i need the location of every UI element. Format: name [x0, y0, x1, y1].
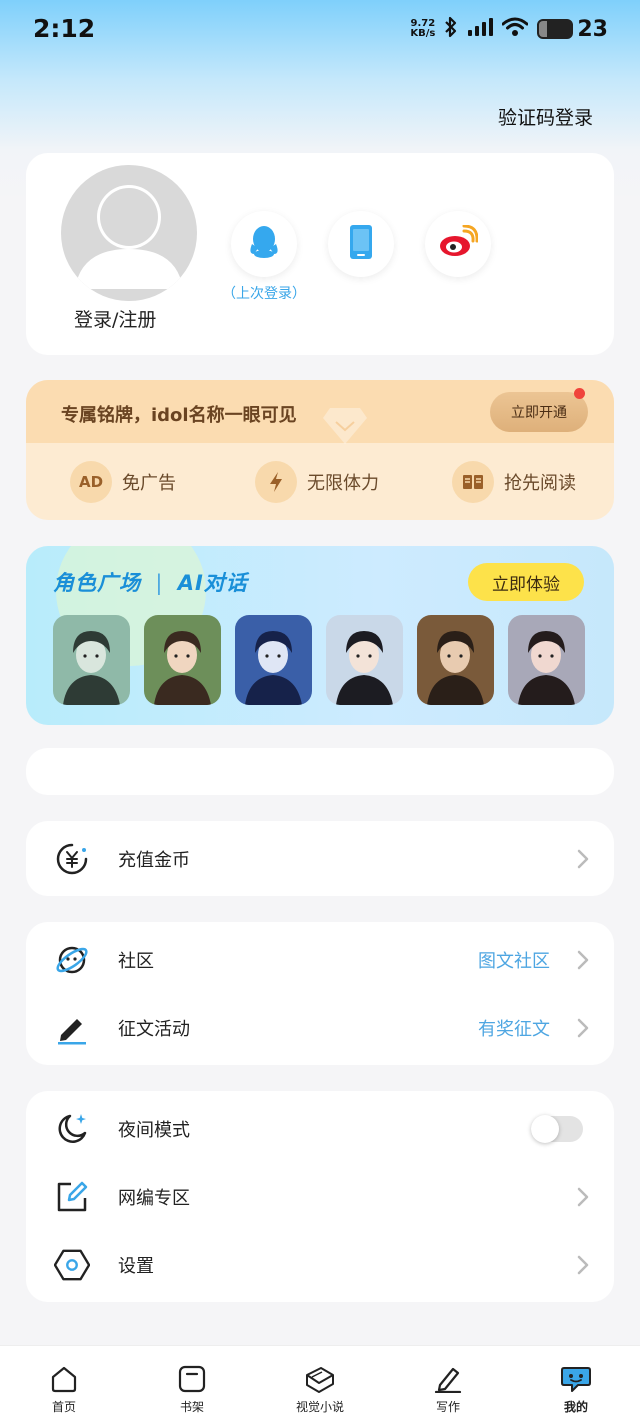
menu-label: 征文活动 [118, 1019, 190, 1040]
perk-early-reading: 抢先阅读 [452, 461, 576, 503]
toggle-knob [531, 1115, 559, 1143]
status-time: 2:12 [33, 14, 96, 43]
chevron-right-icon [577, 1018, 589, 1038]
weibo-icon [438, 224, 479, 263]
signal-icon [467, 17, 494, 41]
phone-login-button[interactable] [328, 211, 394, 277]
ai-title-right: AI对话 [177, 571, 248, 595]
chevron-right-icon [577, 1187, 589, 1207]
vip-card[interactable]: 专属铭牌，idol名称一眼可见 立即开通 AD 免广告 无限体力 抢先阅读 [26, 380, 614, 520]
vip-activate-button[interactable]: 立即开通 [490, 392, 588, 432]
qq-login-button[interactable] [231, 211, 297, 277]
diamond-icon [323, 408, 367, 444]
ai-try-button[interactable]: 立即体验 [468, 563, 584, 601]
write-icon [432, 1364, 464, 1394]
nav-label: 我的 [563, 1400, 588, 1414]
coin-icon [54, 841, 90, 877]
no-ads-icon: AD [70, 461, 112, 503]
nav-home[interactable]: 首页 [24, 1364, 104, 1415]
notification-dot [574, 388, 585, 399]
perk-label: 抢先阅读 [504, 473, 576, 494]
battery-indicator: 23 [537, 17, 608, 42]
me-icon [560, 1364, 592, 1394]
perk-no-ads: AD 免广告 [70, 461, 176, 503]
wifi-icon [501, 17, 529, 41]
menu-extra: 有奖征文 [478, 1019, 550, 1040]
home-icon [48, 1364, 80, 1394]
recharge-card: 充值金币 [26, 821, 614, 896]
perk-label: 无限体力 [307, 473, 379, 494]
title-divider: | [155, 571, 164, 595]
nav-bookshelf[interactable]: 书架 [152, 1364, 232, 1415]
ai-title-left: 角色广场 [53, 571, 141, 595]
ai-character-banner[interactable]: 角色广场 | AI对话 立即体验 [26, 546, 614, 725]
net-speed: 9.72 KB/s [410, 19, 435, 39]
character-portrait[interactable] [508, 615, 585, 705]
default-avatar-icon [75, 185, 183, 289]
lightning-icon [255, 461, 297, 503]
menu-extra: 图文社区 [478, 951, 550, 972]
chevron-right-icon [577, 849, 589, 869]
night-mode-toggle[interactable] [531, 1115, 583, 1143]
menu-label: 充值金币 [118, 850, 190, 871]
nav-label: 视觉小说 [295, 1400, 344, 1414]
chevron-right-icon [577, 1255, 589, 1275]
pen-icon [54, 1010, 90, 1046]
profile-card: 登录/注册 （上次登录） [26, 153, 614, 355]
menu-label: 夜间模式 [118, 1120, 190, 1141]
nav-label: 写作 [435, 1400, 460, 1414]
battery-icon [537, 19, 574, 39]
perk-unlimited-stamina: 无限体力 [255, 461, 379, 503]
battery-fill [539, 21, 547, 37]
weibo-login-button[interactable] [425, 211, 491, 277]
nav-write[interactable]: 写作 [408, 1364, 488, 1415]
login-register-link[interactable]: 登录/注册 [74, 305, 156, 332]
battery-percent: 23 [577, 16, 608, 42]
character-portrait[interactable] [53, 615, 130, 705]
nav-me[interactable]: 我的 [536, 1364, 616, 1415]
bottom-nav: 首页 书架 视觉小说 写作 我的 [0, 1345, 640, 1423]
edit-box-icon [54, 1179, 90, 1215]
character-portrait[interactable] [326, 615, 403, 705]
chevron-right-icon [577, 950, 589, 970]
perk-label: 免广告 [122, 473, 176, 494]
nav-label: 书架 [179, 1400, 204, 1414]
settings-card: 夜间模式 网编专区 设置 [26, 1091, 614, 1302]
status-icons: 9.72 KB/s 23 [410, 16, 608, 42]
qq-icon [247, 224, 281, 264]
ai-banner-title: 角色广场 | AI对话 [53, 567, 248, 597]
last-login-hint: （上次登录） [222, 286, 306, 302]
bookshelf-icon [176, 1364, 208, 1394]
character-portrait[interactable] [144, 615, 221, 705]
menu-row-community[interactable]: 社区 图文社区 [26, 926, 614, 994]
planet-icon [54, 942, 90, 978]
menu-label: 社区 [118, 951, 154, 972]
menu-row-settings[interactable]: 设置 [26, 1231, 614, 1299]
menu-label: 设置 [118, 1256, 154, 1277]
empty-placeholder-card [26, 748, 614, 795]
status-bar: 2:12 9.72 KB/s 23 [0, 0, 640, 58]
vip-title: 专属铭牌，idol名称一眼可见 [61, 405, 297, 426]
book-icon [452, 461, 494, 503]
settings-hexagon-icon [54, 1247, 90, 1283]
character-portrait[interactable] [235, 615, 312, 705]
otp-login-link[interactable]: 验证码登录 [498, 103, 593, 130]
bluetooth-icon [444, 16, 458, 42]
moon-icon [54, 1111, 90, 1147]
menu-row-recharge[interactable]: 充值金币 [26, 825, 614, 893]
menu-label: 网编专区 [118, 1188, 190, 1209]
menu-row-editor-zone[interactable]: 网编专区 [26, 1163, 614, 1231]
character-portrait[interactable] [417, 615, 494, 705]
menu-row-night-mode: 夜间模式 [26, 1095, 614, 1163]
phone-icon [348, 224, 374, 264]
menu-row-contest[interactable]: 征文活动 有奖征文 [26, 994, 614, 1062]
visual-novel-icon [304, 1364, 336, 1394]
nav-visual-novel[interactable]: 视觉小说 [280, 1364, 360, 1415]
community-card: 社区 图文社区 征文活动 有奖征文 [26, 922, 614, 1065]
net-speed-unit: KB/s [410, 28, 436, 39]
nav-label: 首页 [51, 1400, 76, 1414]
avatar[interactable] [61, 165, 197, 301]
